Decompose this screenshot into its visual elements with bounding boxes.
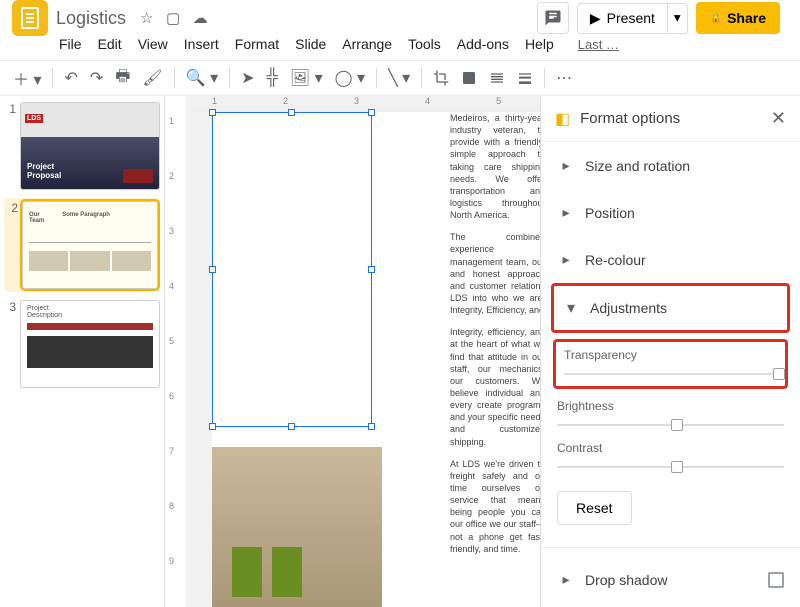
contrast-label: Contrast — [557, 441, 784, 455]
brightness-label: Brightness — [557, 399, 784, 413]
section-adjustments[interactable]: Adjustments — [551, 283, 790, 333]
format-options-icon: ◧ — [555, 109, 570, 129]
textbox-icon[interactable]: ╬ — [262, 65, 283, 91]
slide-image-2[interactable] — [212, 447, 382, 607]
slide-textbox[interactable]: Medeiros, a thirty-year industry veteran… — [450, 112, 540, 565]
slide-thumbnail-2[interactable]: Our Team Some Paragraph — [22, 201, 158, 289]
border-weight-icon[interactable] — [512, 66, 538, 90]
shape-icon[interactable]: ◯ ▾ — [330, 64, 370, 92]
chevron-down-icon — [562, 298, 580, 318]
menubar: File Edit View Insert Format Slide Arran… — [0, 30, 800, 60]
menu-addons[interactable]: Add-ons — [450, 32, 516, 56]
section-reflection[interactable]: Reflection — [545, 603, 796, 607]
undo-icon[interactable]: ↶ — [59, 64, 82, 92]
present-dropdown[interactable]: ▾ — [668, 3, 688, 34]
thumb-number: 3 — [4, 300, 16, 314]
chevron-right-icon — [557, 204, 575, 221]
slide-thumbnail-1[interactable]: LDS Project Proposal — [20, 102, 160, 190]
redo-icon[interactable]: ↷ — [85, 64, 108, 92]
chevron-right-icon — [557, 571, 575, 588]
menu-file[interactable]: File — [52, 32, 89, 56]
reset-button[interactable]: Reset — [557, 491, 632, 525]
menu-tools[interactable]: Tools — [401, 32, 448, 56]
more-icon[interactable]: ⋯ — [551, 64, 577, 92]
star-icon[interactable]: ☆ — [140, 10, 153, 27]
doc-title[interactable]: Logistics — [56, 8, 126, 29]
drop-shadow-checkbox[interactable] — [768, 572, 784, 588]
chevron-right-icon — [557, 251, 575, 268]
contrast-slider[interactable] — [557, 461, 784, 473]
section-size-rotation[interactable]: Size and rotation — [545, 142, 796, 189]
cloud-icon[interactable]: ☁ — [193, 10, 208, 27]
toolbar: ＋ ▾ ↶ ↷ 🖶 🖌 🔍 ▾ ➤ ╬ 🖼 ▾ ◯ ▾ ╲ ▾ ⋯ — [0, 60, 800, 96]
section-position[interactable]: Position — [545, 189, 796, 236]
horizontal-ruler: 12345 — [187, 96, 540, 112]
crop-icon[interactable] — [428, 66, 454, 90]
thumb-number: 2 — [6, 201, 18, 215]
new-slide-icon[interactable]: ＋ ▾ — [8, 62, 46, 94]
mask-icon[interactable] — [456, 66, 482, 90]
image-icon[interactable]: 🖼 ▾ — [285, 64, 328, 92]
last-edit[interactable]: Last … — [571, 33, 626, 56]
vertical-ruler: 12345678910 — [165, 96, 187, 607]
select-icon[interactable]: ➤ — [236, 64, 259, 92]
move-icon[interactable]: ▢ — [166, 10, 180, 27]
slide-thumbnail-3[interactable]: Project Description — [20, 300, 160, 388]
menu-edit[interactable]: Edit — [91, 32, 129, 56]
panel-title: Format options — [580, 110, 771, 127]
transparency-slider[interactable] — [564, 368, 777, 380]
adjustments-body: Transparency Brightness Contrast — [545, 333, 796, 539]
close-icon[interactable]: ✕ — [771, 108, 786, 129]
menu-view[interactable]: View — [131, 32, 175, 56]
selected-image[interactable] — [212, 112, 372, 427]
present-button[interactable]: ▶ Present — [577, 3, 668, 34]
transparency-label: Transparency — [564, 348, 777, 362]
menu-slide[interactable]: Slide — [288, 32, 333, 56]
section-drop-shadow[interactable]: Drop shadow — [545, 556, 796, 603]
canvas-area[interactable]: 12345678910 12345 Medeiros, a thirty-yea… — [165, 96, 540, 607]
section-recolour[interactable]: Re-colour — [545, 236, 796, 283]
line-icon[interactable]: ╲ ▾ — [383, 64, 415, 92]
menu-format[interactable]: Format — [228, 32, 286, 56]
thumb-number: 1 — [4, 102, 16, 116]
thumbnail-panel: 1 LDS Project Proposal 2 Our Team Some P… — [0, 96, 165, 607]
chevron-right-icon — [557, 157, 575, 174]
zoom-icon[interactable]: 🔍 ▾ — [181, 64, 223, 92]
format-options-panel: ◧ Format options ✕ Size and rotation Pos… — [540, 96, 800, 607]
menu-arrange[interactable]: Arrange — [335, 32, 399, 56]
brightness-slider[interactable] — [557, 419, 784, 431]
border-color-icon[interactable] — [484, 66, 510, 90]
menu-help[interactable]: Help — [518, 32, 561, 56]
print-icon[interactable]: 🖶 — [110, 61, 135, 96]
paint-format-icon[interactable]: 🖌 — [137, 64, 167, 92]
menu-insert[interactable]: Insert — [177, 32, 226, 56]
slide-canvas[interactable]: Medeiros, a thirty-year industry veteran… — [212, 112, 540, 607]
